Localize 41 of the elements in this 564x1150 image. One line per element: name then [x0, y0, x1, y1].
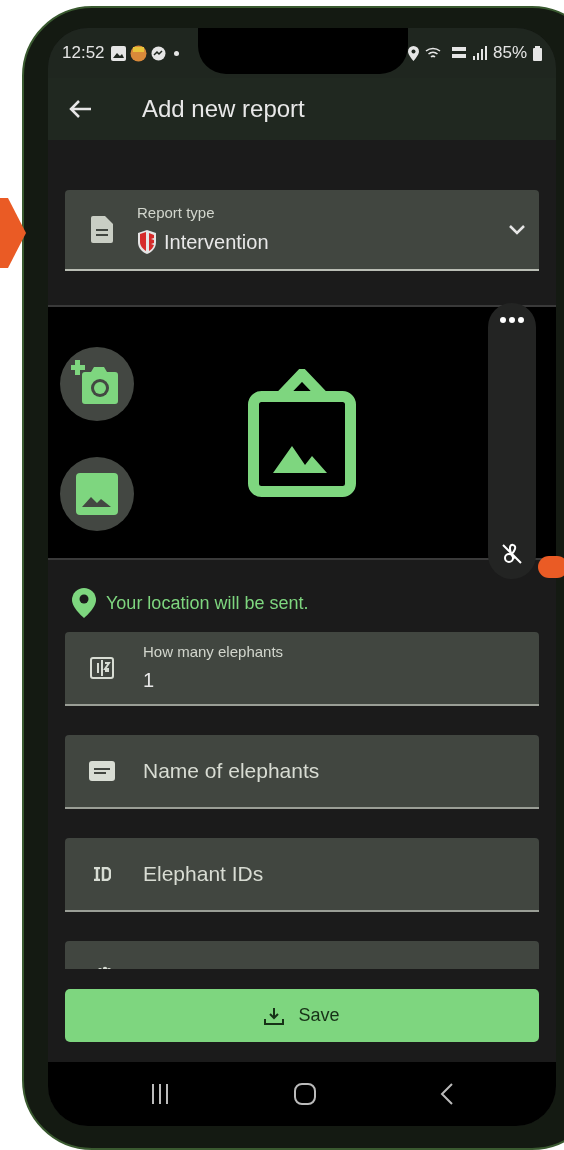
message-icon: [89, 761, 115, 781]
image-icon: [76, 473, 118, 515]
messenger-icon: [150, 45, 166, 61]
id-icon: [93, 867, 111, 881]
input-field[interactable]: [65, 941, 539, 969]
field-label: How many elephants: [143, 641, 284, 662]
report-type-dropdown[interactable]: Report type Intervention: [65, 190, 539, 271]
signal-icon: [472, 46, 487, 60]
back-icon[interactable]: [440, 1083, 454, 1105]
recent-apps-icon[interactable]: [150, 1084, 170, 1104]
gallery-icon: [110, 45, 126, 61]
input-field[interactable]: How many elephants 1: [65, 632, 539, 706]
more-icon[interactable]: [500, 317, 524, 323]
chevron-down-icon: [509, 224, 525, 235]
volte-icon: [450, 46, 467, 60]
location-pin-icon: [72, 588, 96, 618]
page-title: Add new report: [142, 94, 305, 124]
document-icon: [91, 216, 113, 243]
back-arrow-icon[interactable]: [68, 99, 92, 119]
input-field[interactable]: Name of elephants: [65, 735, 539, 809]
status-time: 12:52: [62, 42, 105, 65]
field-placeholder: Elephant IDs: [143, 861, 264, 888]
location-icon: [407, 45, 419, 61]
crossed-out-icon[interactable]: [501, 543, 523, 565]
shield-icon: [137, 229, 157, 254]
input-field[interactable]: Elephant IDs: [65, 838, 539, 912]
field-value: Intervention: [164, 229, 269, 255]
field-placeholder: Name of elephants: [143, 758, 320, 785]
save-button[interactable]: Save: [65, 989, 539, 1042]
battery-percent: 85%: [492, 42, 527, 65]
framed-picture-icon: [248, 368, 356, 497]
home-icon[interactable]: [294, 1083, 316, 1105]
battery-icon: [533, 45, 542, 61]
download-icon: [264, 1006, 285, 1025]
location-notice: Your location will be sent.: [106, 591, 309, 615]
field-value: 1: [143, 668, 156, 694]
pointer-marker-icon: [538, 556, 564, 578]
numbers-icon: [90, 657, 114, 679]
app-icon: [129, 44, 147, 62]
field-label: Report type: [137, 203, 216, 224]
pointer-marker-icon: [0, 198, 26, 268]
